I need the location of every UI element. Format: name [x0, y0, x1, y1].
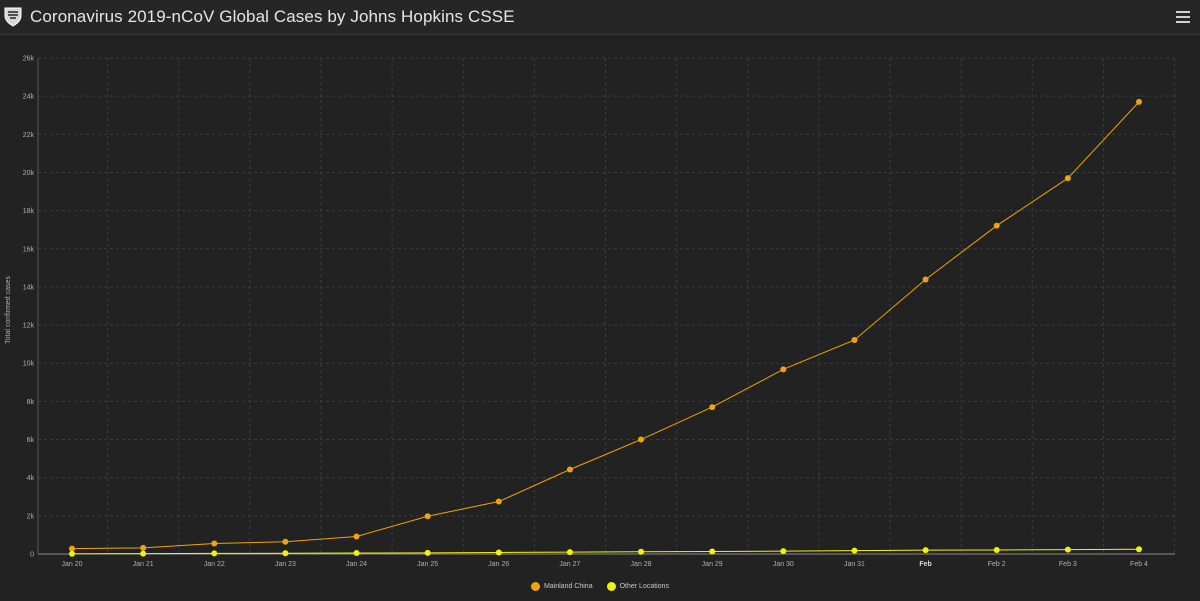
data-point-other-locations[interactable] — [353, 550, 360, 557]
data-point-mainland-china[interactable] — [69, 545, 75, 552]
data-point-mainland-china[interactable] — [922, 276, 929, 283]
data-point-mainland-china[interactable] — [1064, 175, 1071, 182]
legend-swatch-other-locations — [606, 582, 616, 591]
y-tick-label: 4k — [27, 475, 35, 482]
data-point-mainland-china[interactable] — [1136, 98, 1142, 105]
x-tick-label: Jan 26 — [488, 561, 509, 568]
data-point-other-locations[interactable] — [211, 550, 218, 557]
data-point-mainland-china[interactable] — [566, 466, 573, 473]
data-point-mainland-china[interactable] — [993, 222, 1000, 229]
x-tick-label: Feb — [919, 561, 931, 568]
y-tick-label: 10k — [23, 361, 35, 368]
data-point-mainland-china[interactable] — [282, 538, 289, 545]
x-tick-label: Feb 3 — [1059, 561, 1077, 568]
y-tick-label: 26k — [23, 56, 35, 63]
data-point-other-locations[interactable] — [566, 549, 573, 556]
y-tick-label: 16k — [23, 246, 35, 253]
legend-swatch-mainland-china — [530, 582, 540, 591]
legend-label-mainland-china: Mainland China — [543, 583, 593, 590]
data-point-mainland-china[interactable] — [638, 436, 645, 443]
data-point-mainland-china[interactable] — [709, 404, 716, 411]
x-tick-label: Jan 28 — [631, 561, 652, 568]
data-point-other-locations[interactable] — [851, 547, 858, 554]
data-point-other-locations[interactable] — [922, 547, 929, 554]
data-point-other-locations[interactable] — [1064, 546, 1071, 553]
y-tick-label: 18k — [23, 208, 35, 215]
x-tick-label: Jan 27 — [559, 561, 580, 568]
data-point-other-locations[interactable] — [69, 550, 75, 557]
y-tick-label: 14k — [23, 284, 35, 291]
x-tick-label: Jan 23 — [275, 561, 296, 568]
legend-item-mainland-china[interactable]: Mainland China — [530, 582, 593, 591]
series-line-other-locations — [71, 548, 1140, 555]
data-point-mainland-china[interactable] — [353, 533, 360, 540]
x-tick-label: Feb 4 — [1130, 561, 1148, 568]
y-tick-label: 24k — [23, 94, 35, 101]
y-tick-label: 20k — [23, 170, 35, 177]
data-point-mainland-china[interactable] — [851, 336, 858, 343]
y-tick-label: 6k — [27, 437, 35, 444]
x-tick-label: Jan 25 — [417, 561, 438, 568]
y-axis-label: Total confirmed cases — [5, 276, 12, 344]
data-point-other-locations[interactable] — [140, 550, 147, 557]
x-tick-label: Feb 2 — [988, 561, 1006, 568]
data-point-other-locations[interactable] — [993, 546, 1000, 553]
data-point-mainland-china[interactable] — [211, 540, 218, 547]
y-tick-label: 22k — [23, 132, 35, 139]
y-tick-label: 2k — [27, 513, 35, 520]
legend: Mainland China Other Locations — [0, 582, 1200, 591]
data-point-other-locations[interactable] — [1136, 546, 1142, 553]
y-tick-label: 12k — [23, 323, 35, 330]
x-tick-label: Jan 24 — [346, 561, 367, 568]
y-tick-label: 0 — [30, 552, 34, 559]
data-point-other-locations[interactable] — [282, 550, 289, 557]
x-tick-label: Jan 21 — [133, 561, 154, 568]
y-tick-label: 8k — [27, 399, 35, 406]
x-tick-label: Jan 22 — [204, 561, 225, 568]
axes: 0 2k 4k 6k 8k 10k 12k 14k 16k 18k 20k 22k 24k 26k Jan … — [23, 56, 1175, 568]
data-point-mainland-china[interactable] — [424, 513, 431, 520]
data-point-other-locations[interactable] — [495, 549, 502, 556]
data-point-mainland-china[interactable] — [495, 498, 502, 505]
legend-label-other-locations: Other Locations — [619, 583, 670, 590]
data-point-other-locations[interactable] — [424, 549, 431, 556]
x-tick-label: Jan 31 — [844, 561, 865, 568]
grid — [38, 57, 1176, 554]
data-point-mainland-china[interactable] — [140, 544, 147, 551]
x-tick-label: Jan 30 — [773, 561, 794, 568]
data-point-mainland-china[interactable] — [780, 366, 787, 373]
data-point-other-locations[interactable] — [709, 548, 716, 555]
line-chart: 0 2k 4k 6k 8k 10k 12k 14k 16k 18k 20k 22k 24k 26k Jan … — [5, 56, 1176, 568]
data-point-other-locations[interactable] — [638, 548, 645, 555]
legend-item-other-locations[interactable]: Other Locations — [606, 582, 670, 591]
x-tick-label: Jan 29 — [702, 561, 723, 568]
x-tick-label: Jan 20 — [61, 561, 82, 568]
data-point-other-locations[interactable] — [780, 548, 787, 555]
